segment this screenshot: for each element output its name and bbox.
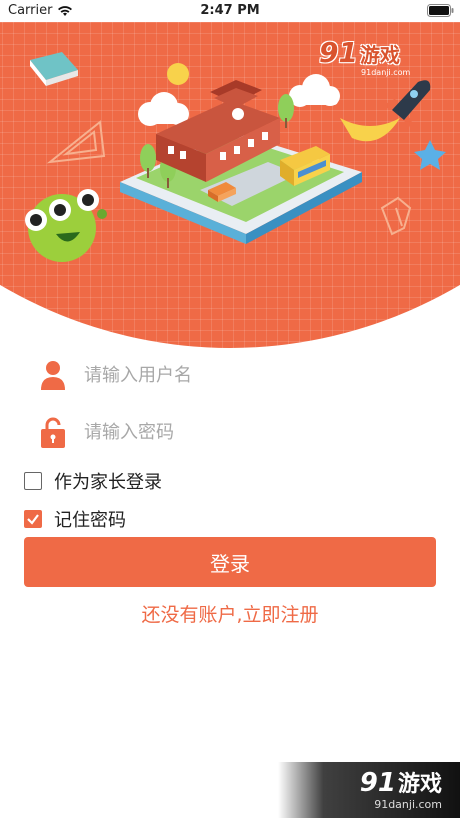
remember-password-checkbox[interactable] <box>24 510 42 528</box>
lock-icon <box>36 416 70 448</box>
password-input[interactable] <box>82 420 386 444</box>
remember-password-label: 记住密码 <box>54 510 126 531</box>
checkmark-icon <box>27 514 39 525</box>
triangle-ruler-icon <box>46 120 106 164</box>
password-row <box>36 412 436 452</box>
status-bar: Carrier 2:47 PM <box>0 0 460 22</box>
status-time: 2:47 PM <box>200 3 260 18</box>
register-link[interactable]: 还没有账户,立即注册 <box>0 600 460 627</box>
battery-icon <box>427 4 454 21</box>
username-input[interactable] <box>82 363 386 387</box>
star-icon <box>414 140 446 170</box>
pencil-icon <box>380 196 412 236</box>
brand-logo-number: 91 <box>319 36 358 69</box>
parent-login-option[interactable]: 作为家长登录 <box>24 468 162 494</box>
monster-icon <box>25 189 107 262</box>
watermark-number: 91 <box>359 768 396 798</box>
brand-logo: 91 游戏 91danji.com <box>319 36 410 77</box>
username-row <box>36 355 436 395</box>
sun-icon <box>167 63 189 85</box>
watermark: 91 游戏 91danji.com <box>278 762 460 818</box>
brand-logo-text: 游戏 <box>360 43 400 67</box>
watermark-text: 游戏 <box>397 772 442 797</box>
user-icon <box>36 360 70 390</box>
parent-login-checkbox[interactable] <box>24 472 42 490</box>
watermark-logo: 91 游戏 <box>360 766 442 798</box>
parent-login-label: 作为家长登录 <box>54 472 162 493</box>
rocket-icon <box>340 80 431 142</box>
header-banner: 91 游戏 91danji.com <box>0 22 460 348</box>
remember-password-option[interactable]: 记住密码 <box>24 506 126 532</box>
book-icon <box>30 52 78 86</box>
login-button[interactable]: 登录 <box>24 537 436 587</box>
watermark-subtitle: 91danji.com <box>374 798 442 811</box>
brand-logo-subtitle: 91danji.com <box>361 68 411 77</box>
